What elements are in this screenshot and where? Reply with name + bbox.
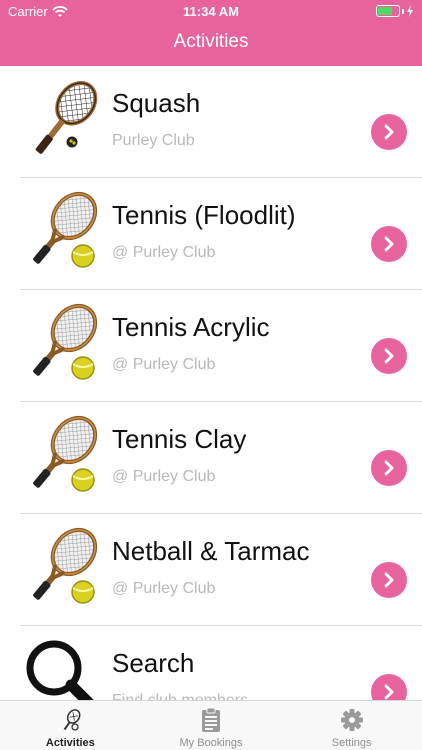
activity-subtitle: @ Purley Club <box>112 244 216 261</box>
gear-icon <box>340 709 363 731</box>
activity-name: Squash <box>112 88 201 118</box>
magnifier-icon <box>20 634 106 700</box>
activities-list[interactable]: Squash Purley Club Tennis (Floodlit) @ P… <box>0 66 422 700</box>
nav-header: Carrier 11:34 AM Activities <box>0 0 422 66</box>
tennis-racket-icon <box>20 522 106 608</box>
list-item[interactable]: Tennis Clay @ Purley Club <box>0 402 422 514</box>
tab-label: My Bookings <box>179 737 243 749</box>
list-item[interactable]: Tennis Acrylic @ Purley Club <box>0 290 422 402</box>
racket-tab-icon <box>64 709 81 731</box>
activity-subtitle: Find club members <box>112 692 248 700</box>
tab-bar: Activities My Bookings Settings <box>0 700 422 750</box>
activity-name: Search <box>112 648 195 678</box>
tennis-racket-icon <box>20 186 106 272</box>
chevron-right-icon[interactable] <box>371 114 407 150</box>
activity-name: Tennis Clay <box>112 424 247 454</box>
tab-label: Activities <box>45 737 95 749</box>
chevron-right-icon[interactable] <box>371 226 407 262</box>
tab-activities[interactable]: Activities <box>0 701 141 750</box>
tennis-racket-icon <box>20 298 106 384</box>
squash-racket-icon <box>20 74 106 160</box>
list-item[interactable]: Squash Purley Club <box>0 66 422 178</box>
status-bar: Carrier 11:34 AM <box>0 0 422 22</box>
chevron-right-icon[interactable] <box>371 562 407 598</box>
chevron-right-icon[interactable] <box>371 450 407 486</box>
list-item[interactable]: Tennis (Floodlit) @ Purley Club <box>0 178 422 290</box>
tab-label: Settings <box>331 737 372 749</box>
charging-icon <box>407 5 413 17</box>
list-item-search[interactable]: Search Find club members <box>0 626 422 700</box>
activity-name: Tennis Acrylic <box>112 312 270 342</box>
chevron-right-icon[interactable] <box>371 674 407 700</box>
activity-subtitle: Purley Club <box>112 132 195 149</box>
list-item[interactable]: Netball & Tarmac @ Purley Club <box>0 514 422 626</box>
tab-settings[interactable]: Settings <box>281 701 422 750</box>
activity-name: Tennis (Floodlit) <box>112 200 296 230</box>
tennis-racket-icon <box>20 410 106 496</box>
activity-name: Netball & Tarmac <box>112 536 310 566</box>
tab-my-bookings[interactable]: My Bookings <box>141 701 282 750</box>
clipboard-icon <box>202 707 220 732</box>
activity-subtitle: @ Purley Club <box>112 468 216 485</box>
activity-subtitle: @ Purley Club <box>112 580 216 597</box>
battery-icon <box>376 5 414 17</box>
status-time: 11:34 AM <box>183 4 239 19</box>
chevron-right-icon[interactable] <box>371 338 407 374</box>
activity-subtitle: @ Purley Club <box>112 356 216 373</box>
page-title: Activities <box>173 31 249 52</box>
